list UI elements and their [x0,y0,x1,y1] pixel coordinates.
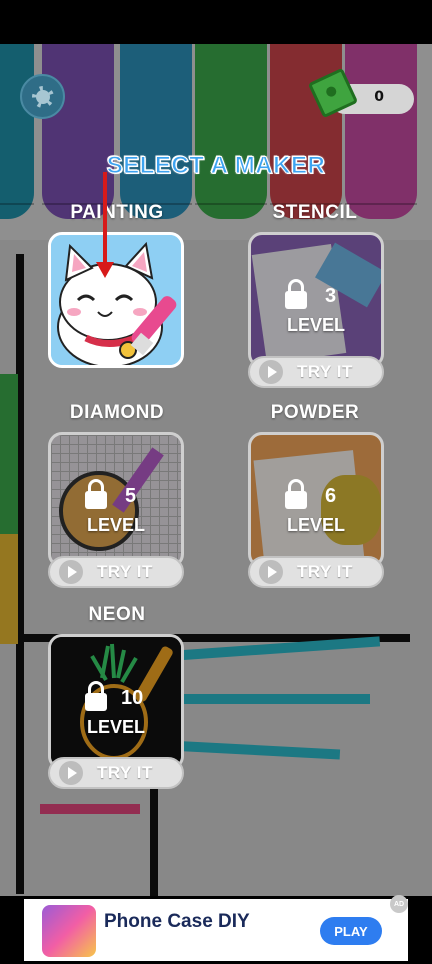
try-it-label: TRY IT [297,562,353,581]
maker-diamond[interactable]: 5 LEVEL [48,432,184,568]
try-it-button-powder[interactable]: TRY IT [248,556,384,588]
maker-label-diamond: DIAMOND [69,402,165,423]
unlock-level-number: 10 [121,687,144,709]
ad-badge[interactable]: AD [390,895,408,913]
page-title: SELECT A MAKER [106,152,326,180]
locked-overlay [51,637,181,767]
game-scene: 0 SELECT A MAKER PAINTING STENCIL 3 LEVE… [0,44,432,896]
locked-overlay [51,435,181,565]
unlock-level-label: LEVEL [86,515,145,535]
lock-icon [85,479,107,509]
play-video-icon [259,360,283,384]
maker-label-painting: PAINTING [70,202,164,223]
unlock-level-number: 5 [125,485,137,507]
maker-powder[interactable]: 6 LEVEL [248,432,384,568]
maker-label-stencil: STENCIL [272,202,358,223]
unlock-level-number: 3 [325,285,337,307]
lock-icon [285,279,307,309]
unlock-level-label: LEVEL [86,717,145,737]
red-arrow [96,172,114,278]
maker-neon[interactable]: 10 LEVEL [48,634,184,770]
cat-illustration [51,235,181,365]
locked-overlay [251,235,381,365]
locked-overlay [251,435,381,565]
try-it-label: TRY IT [297,362,353,381]
try-it-label: TRY IT [97,562,153,581]
ad-app-icon [42,905,96,957]
ad-title: Phone Case DIY [104,911,250,932]
try-it-button-diamond[interactable]: TRY IT [48,556,184,588]
money-count: 0 [374,89,384,105]
status-bar [0,0,432,44]
unlock-level-label: LEVEL [286,315,345,335]
play-video-icon [59,761,83,785]
maker-label-powder: POWDER [270,402,360,423]
ad-play-button[interactable]: PLAY [320,917,382,945]
try-it-button-stencil[interactable]: TRY IT [248,356,384,388]
play-video-icon [259,560,283,584]
try-it-button-neon[interactable]: TRY IT [48,757,184,789]
maker-stencil[interactable]: 3 LEVEL [248,232,384,368]
unlock-level-number: 6 [325,485,337,507]
ad-banner[interactable]: Phone Case DIY PLAY AD [24,895,408,961]
unlock-level-label: LEVEL [286,515,345,535]
maker-painting[interactable] [48,232,184,368]
try-it-label: TRY IT [97,763,153,782]
settings-button[interactable] [20,74,65,119]
maker-label-neon: NEON [88,604,146,625]
lock-icon [285,479,307,509]
gear-icon [31,85,54,108]
lock-icon [85,681,107,711]
play-video-icon [59,560,83,584]
